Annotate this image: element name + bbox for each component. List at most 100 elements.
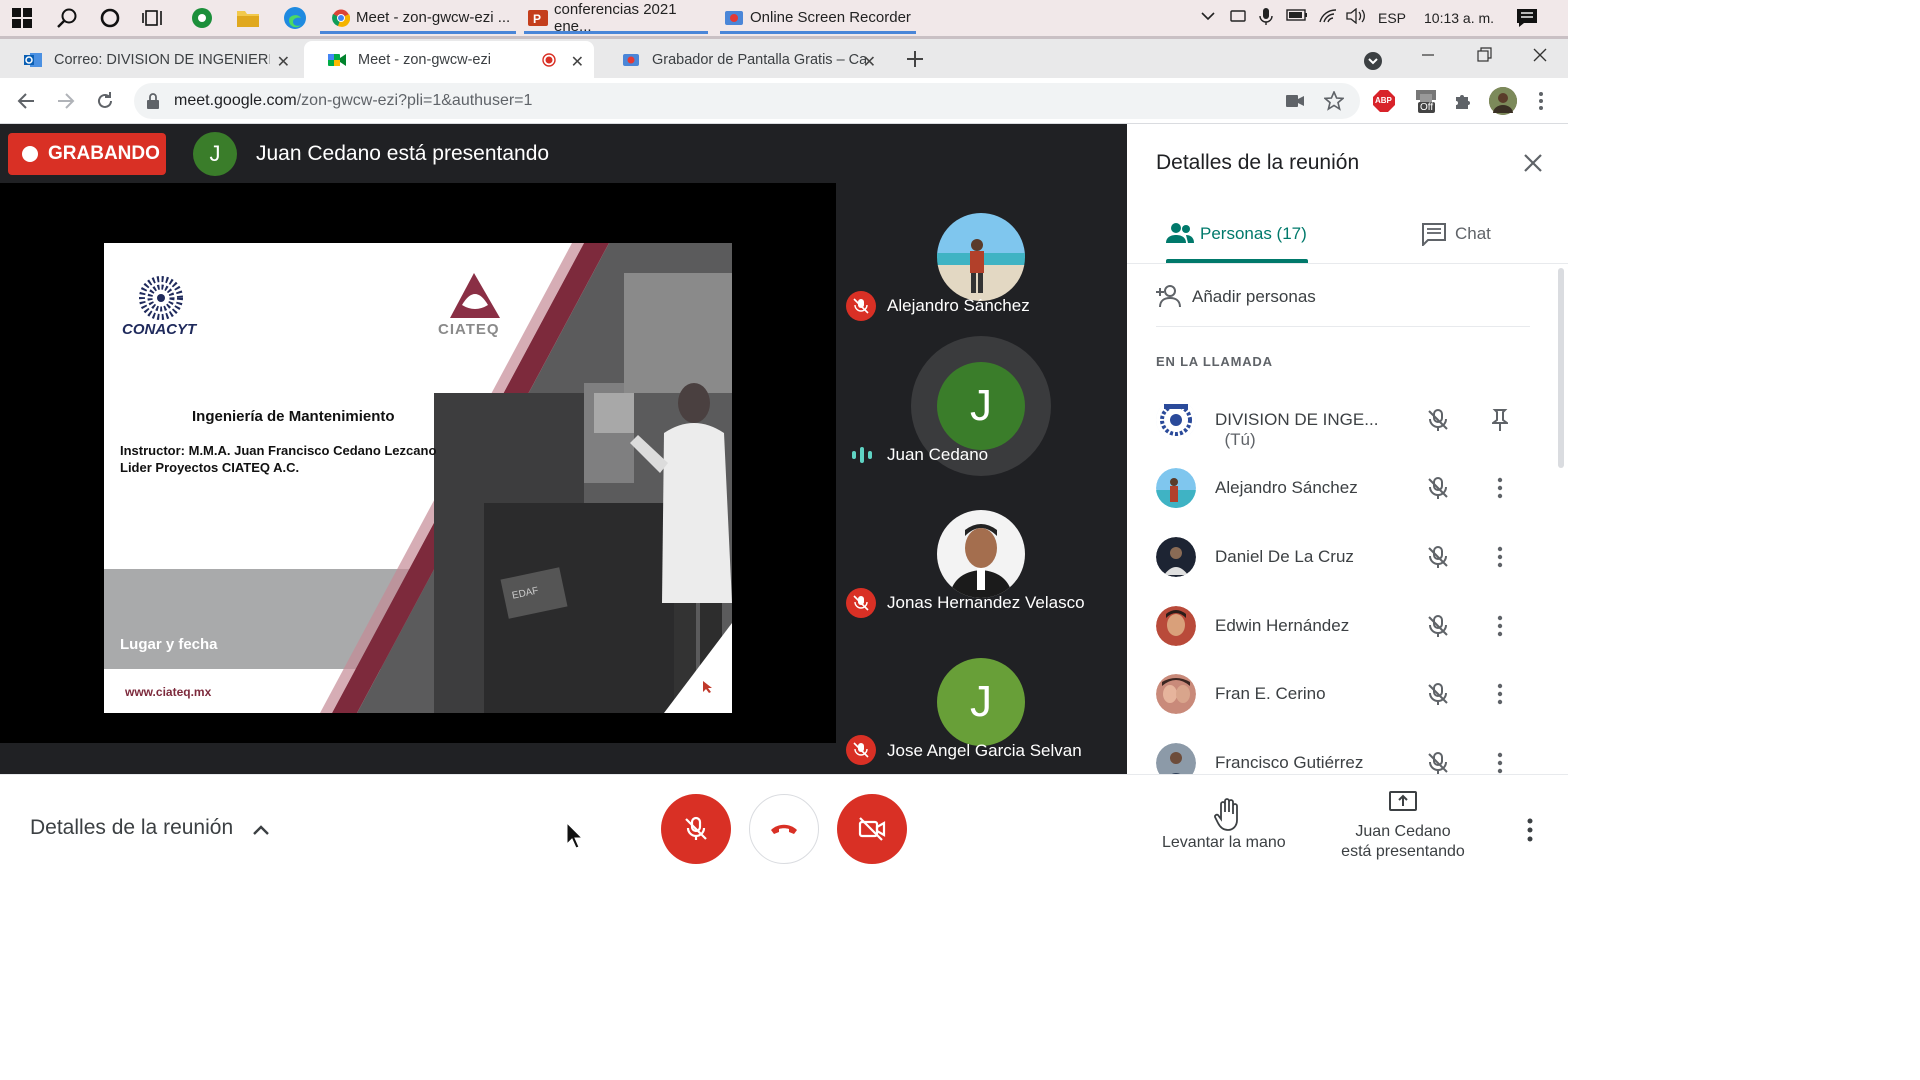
add-people-label: Añadir personas xyxy=(1192,287,1316,306)
notifications-icon[interactable] xyxy=(1516,8,1538,28)
windows-start-icon[interactable] xyxy=(10,6,34,30)
extension-off-icon[interactable]: Off xyxy=(1414,88,1442,116)
muted-mic-icon xyxy=(846,291,876,321)
more-options-icon[interactable] xyxy=(1492,751,1508,774)
chevron-up-icon[interactable] xyxy=(1200,8,1216,24)
tab-meet[interactable]: Meet - zon-gwcw-ezi ✕ xyxy=(304,41,594,79)
person-name: Francisco Gutiérrez xyxy=(1215,753,1364,772)
close-window-icon[interactable] xyxy=(1532,47,1548,63)
meeting-details-button[interactable]: Detalles de la reunión xyxy=(30,816,270,846)
chrome-icon xyxy=(332,9,350,27)
list-item-person[interactable]: Daniel De La Cruz xyxy=(1156,535,1536,579)
tile-name: Jose Angel Garcia Selvan xyxy=(887,741,1082,760)
reload-icon[interactable] xyxy=(95,91,115,111)
slide-title: Ingeniería de Mantenimiento xyxy=(192,408,395,425)
file-explorer-icon[interactable] xyxy=(236,6,260,30)
profile-avatar[interactable] xyxy=(1489,87,1517,115)
pin-icon[interactable] xyxy=(1492,408,1508,432)
panel-scrollbar[interactable] xyxy=(1558,268,1564,468)
camera-toggle-button[interactable] xyxy=(837,794,907,864)
presenting-button[interactable]: Juan Cedano está presentando xyxy=(1330,790,1476,866)
presentation-slide: CONACYT CIATEQ Ingeniería de Mantenimien… xyxy=(104,243,732,713)
participant-avatar[interactable]: J xyxy=(937,362,1025,450)
chat-icon xyxy=(1421,222,1447,246)
adblock-extension-icon[interactable]: ABP xyxy=(1373,90,1395,112)
battery-icon[interactable] xyxy=(1286,8,1308,22)
more-options-icon[interactable] xyxy=(1522,816,1538,844)
forward-icon[interactable] xyxy=(56,91,76,111)
add-people-button[interactable]: Añadir personas xyxy=(1156,282,1356,312)
slide-role: Lider Proyectos CIATEQ A.C. xyxy=(120,460,300,475)
tab-people-label: Personas (17) xyxy=(1200,224,1307,243)
close-tab-icon[interactable]: ✕ xyxy=(571,52,584,72)
volume-icon[interactable] xyxy=(1346,8,1366,24)
leave-call-button[interactable] xyxy=(749,794,819,864)
conacyt-logo: CONACYT xyxy=(122,321,197,338)
person-name: Daniel De La Cruz xyxy=(1215,547,1354,566)
list-item-person[interactable]: Francisco Gutiérrez xyxy=(1156,741,1536,774)
chevron-up-icon xyxy=(252,824,270,836)
edge-icon[interactable] xyxy=(283,6,307,30)
raise-hand-button[interactable]: Levantar la mano xyxy=(1156,796,1300,858)
extension-off-badge: Off xyxy=(1418,102,1436,113)
list-item-person[interactable]: Fran E. Cerino xyxy=(1156,672,1536,716)
person-name: Edwin Hernández xyxy=(1215,616,1350,635)
back-icon[interactable] xyxy=(16,91,36,111)
participant-photo[interactable] xyxy=(937,510,1025,598)
microphone-toggle-button[interactable] xyxy=(661,794,731,864)
meet-icon xyxy=(328,51,346,69)
taskbar-app-powerpoint[interactable]: P conferencias 2021 ene... xyxy=(524,1,708,35)
participant-photo[interactable] xyxy=(937,213,1025,301)
close-tab-icon[interactable]: ✕ xyxy=(863,52,876,72)
bookmark-star-icon[interactable] xyxy=(1324,91,1344,111)
more-options-icon[interactable] xyxy=(1492,545,1508,569)
address-bar[interactable]: meet.google.com/zon-gwcw-ezi?pli=1&authu… xyxy=(134,83,1360,119)
section-in-call: EN LA LLAMADA xyxy=(1156,354,1273,369)
list-item-person[interactable]: Alejandro Sánchez xyxy=(1156,466,1536,510)
extensions-puzzle-icon[interactable] xyxy=(1453,91,1473,111)
tile-name: Juan Cedano xyxy=(887,445,989,464)
panel-divider xyxy=(1127,263,1568,264)
add-person-icon xyxy=(1156,284,1184,308)
tab-chat[interactable]: Chat xyxy=(1421,214,1531,254)
search-icon[interactable] xyxy=(55,6,79,30)
minimize-icon[interactable] xyxy=(1420,47,1436,63)
taskbar-app-recorder[interactable]: Online Screen Recorder xyxy=(720,4,916,34)
tab-correo[interactable]: Correo: DIVISION DE INGENIERIA ✕ xyxy=(0,41,300,79)
camera-blocked-icon[interactable] xyxy=(1286,94,1304,108)
tab-chat-label: Chat xyxy=(1455,224,1491,243)
person-name-text: DIVISION DE INGE... xyxy=(1215,410,1379,429)
microphone-tray-icon[interactable] xyxy=(1259,8,1273,26)
person-name: DIVISION DE INGE... (Tú) xyxy=(1215,410,1415,450)
recorder-icon xyxy=(622,51,640,69)
lock-icon[interactable] xyxy=(146,93,160,109)
chrome-menu-icon[interactable] xyxy=(1533,91,1549,111)
restore-icon[interactable] xyxy=(1476,47,1492,63)
close-tab-icon[interactable]: ✕ xyxy=(277,52,290,72)
more-options-icon[interactable] xyxy=(1492,476,1508,500)
record-dot-icon xyxy=(22,146,38,162)
tile-name: Alejandro Sánchez xyxy=(887,296,1030,315)
tab-people[interactable]: Personas (17) xyxy=(1166,214,1308,264)
tab-search-icon[interactable] xyxy=(1363,51,1383,71)
participant-avatar[interactable]: J xyxy=(937,658,1025,746)
language-indicator[interactable]: ESP xyxy=(1378,10,1406,26)
clock[interactable]: 10:13 a. m. xyxy=(1424,10,1494,26)
mic-off-icon xyxy=(1426,545,1450,569)
app-green-icon[interactable] xyxy=(190,6,214,30)
cortana-icon[interactable] xyxy=(98,6,122,30)
tab-grabador[interactable]: Grabador de Pantalla Gratis – Ca ✕ xyxy=(598,41,886,79)
camera-tray-icon[interactable] xyxy=(1230,8,1246,24)
taskbar-app-meet[interactable]: Meet - zon-gwcw-ezi ... xyxy=(320,4,516,34)
list-item-person[interactable]: DIVISION DE INGE... (Tú) xyxy=(1156,398,1536,449)
url-host: meet.google.com xyxy=(174,92,297,109)
close-panel-icon[interactable] xyxy=(1522,152,1544,174)
more-options-icon[interactable] xyxy=(1492,682,1508,706)
hang-up-icon xyxy=(769,821,799,837)
wifi-icon[interactable] xyxy=(1318,8,1338,24)
list-item-person[interactable]: Edwin Hernández xyxy=(1156,604,1536,648)
task-view-icon[interactable] xyxy=(141,6,165,30)
more-options-icon[interactable] xyxy=(1492,614,1508,638)
new-tab-button[interactable] xyxy=(904,48,926,70)
mic-off-icon xyxy=(1426,751,1450,774)
